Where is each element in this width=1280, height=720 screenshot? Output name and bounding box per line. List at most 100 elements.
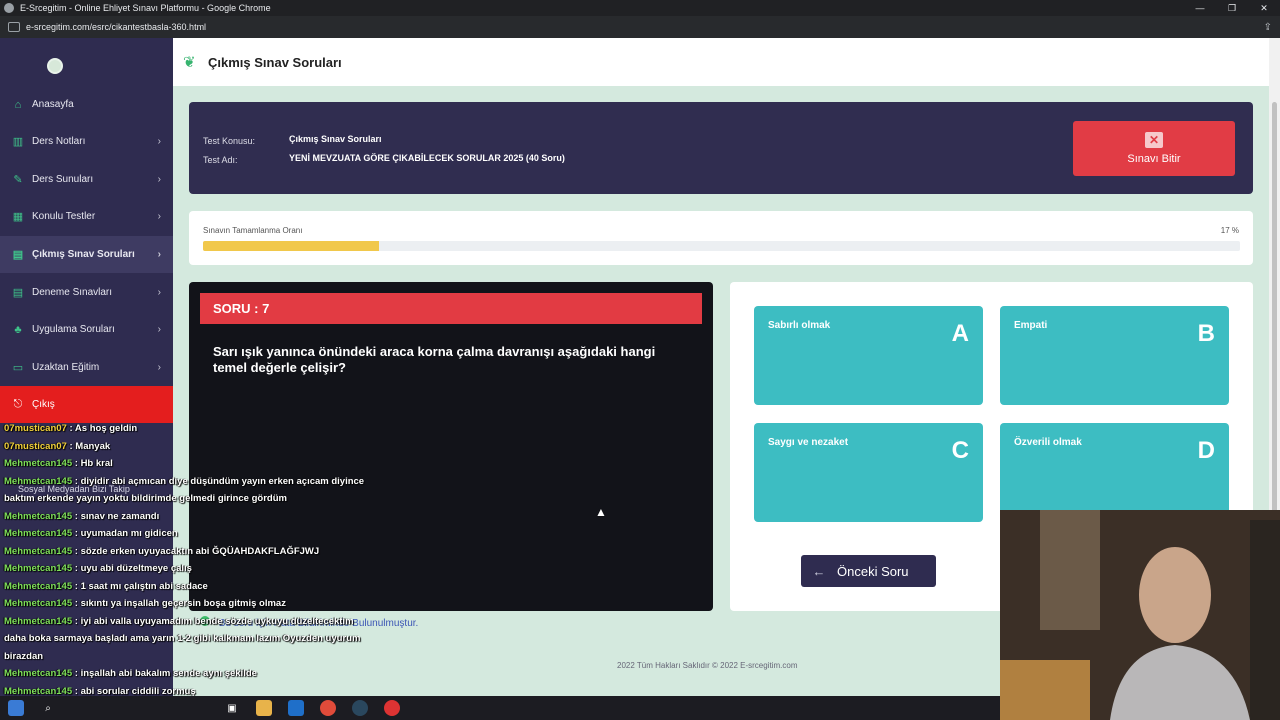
sidebar-item-label: Çıkmış Sınav Soruları (32, 249, 135, 260)
chevron-right-icon: › (157, 249, 161, 260)
test-topic-value: Çıkmış Sınav Soruları (289, 134, 382, 144)
chat-username: Mehmetcan145 (4, 563, 73, 574)
option-b-letter: B (1197, 320, 1215, 347)
question-text: Sarı ışık yanınca önündeki araca korna ç… (213, 344, 656, 375)
chat-message: 07mustican07 : As hoş geldin (4, 423, 137, 434)
address-bar[interactable]: e-srcegitim.com/esrc/cikantestbasla-360.… (0, 16, 1280, 38)
previous-question-button[interactable]: ← Önceki Soru (801, 555, 936, 587)
chat-text: : sıkıntı ya inşallah geçersin boşa gitm… (72, 598, 286, 609)
exit-icon: ⎋ (13, 398, 23, 410)
chat-text: : iyi abi valla uyuyamadım bende sözde u… (72, 615, 354, 627)
chrome-icon[interactable] (320, 700, 336, 716)
start-icon[interactable] (8, 700, 24, 716)
sidebar-item-deneme-sınavları[interactable]: ▤ Deneme Sınavları › (0, 274, 173, 311)
mouse-cursor-icon: ▲ (595, 505, 607, 519)
sidebar-item-uygulama-soruları[interactable]: ♣ Uygulama Soruları › (0, 311, 173, 348)
sidebar-item-ders-notları[interactable]: ▥ Ders Notları › (0, 123, 173, 160)
chat-username: Mehmetcan145 (4, 580, 73, 592)
users-icon: ♣ (14, 323, 22, 336)
list-icon: ▤ (12, 287, 24, 299)
chat-text: birazdan (4, 650, 44, 662)
progress-bar-fill (203, 241, 380, 251)
windows-taskbar: ⌕ ▣ (0, 696, 1000, 720)
search-icon[interactable]: ⌕ (40, 700, 56, 716)
question-number: SORU : 7 (200, 293, 702, 324)
finish-exam-label: Sınavı Bitir (1127, 153, 1181, 165)
window-title: E-Srcegitim - Online Ehliyet Sınavı Plat… (20, 3, 271, 13)
presentation-icon: ✎ (13, 174, 23, 186)
chrome-app-icon (4, 3, 14, 13)
chevron-right-icon: › (157, 287, 161, 298)
close-box-icon: ✕ (1145, 132, 1163, 148)
sidebar-item-label: Deneme Sınavları (32, 287, 113, 298)
option-c-text: Saygı ve nezaket (768, 437, 849, 448)
sidebar-item-konulu-testler[interactable]: ▦ Konulu Testler › (0, 198, 173, 235)
chat-text: : uyu abi düzeltmeye çalış (72, 563, 192, 574)
chat-username: 07mustican07 (4, 440, 67, 452)
file-explorer-icon[interactable] (256, 700, 272, 716)
sidebar-item-ders-sunuları[interactable]: ✎ Ders Sunuları › (0, 161, 173, 198)
book-icon: ▥ (12, 136, 24, 148)
chat-username: Mehmetcan145 (4, 668, 73, 679)
url-text[interactable]: e-srcegitim.com/esrc/cikantestbasla-360.… (26, 22, 206, 32)
sidebar-item-uzaktan-eğitim[interactable]: ▭ Uzaktan Eğitim › (0, 349, 173, 386)
chat-text: : As hoş geldin (66, 423, 138, 434)
chat-message: baktım erkende yayın yoktu bildirimde ge… (4, 493, 287, 504)
task-view-icon[interactable]: ▣ (224, 700, 240, 716)
chat-username: Mehmetcan145 (4, 615, 73, 627)
option-c[interactable]: Saygı ve nezaket C (754, 423, 983, 522)
minimize-button[interactable]: — (1184, 0, 1216, 16)
chevron-right-icon: › (157, 136, 161, 147)
option-c-letter: C (951, 437, 969, 464)
sidebar-item-çıkmış-sınav-soruları[interactable]: ▤ Çıkmış Sınav Soruları › (0, 236, 173, 273)
test-info-card: Test Konusu: Çıkmış Sınav Soruları Test … (189, 102, 1253, 194)
monitor-icon: ▭ (12, 362, 24, 374)
restore-button[interactable]: ❐ (1216, 0, 1248, 16)
webcam-person-image (1000, 510, 1280, 720)
chat-text: : sözde erken uyuyacaktın abi ĞQÜAHDAKFL… (72, 545, 320, 557)
close-button[interactable]: ✕ (1248, 0, 1280, 16)
building-icon: ▦ (12, 211, 24, 223)
browser-window: E-Srcegitim - Online Ehliyet Sınavı Plat… (0, 0, 1280, 720)
chat-text: baktım erkende yayın yoktu bildirimde ge… (4, 493, 287, 504)
sidebar-item-çıkış[interactable]: ⎋ Çıkış (0, 386, 173, 423)
webcam-overlay (1000, 510, 1280, 720)
sidebar-item-label: Anasayfa (32, 99, 74, 110)
finish-exam-button[interactable]: ✕ Sınavı Bitir (1073, 121, 1235, 176)
chat-text: : 1 saat mı çalıştın abi sadace (72, 580, 208, 592)
option-a-letter: A (951, 320, 969, 347)
chat-text: : Hb kral (72, 458, 113, 469)
chat-text: : uyumadan mı gidicen (72, 528, 178, 539)
progress-card: Sınavın Tamamlanma Oranı 17 % (189, 211, 1253, 265)
chat-username: Mehmetcan145 (4, 545, 73, 557)
site-logo[interactable] (47, 58, 63, 74)
chat-text: : abi sorular ciddili zormuş (72, 685, 196, 697)
chevron-right-icon: › (157, 174, 161, 185)
chat-text: daha boka sarmaya başladı ama yarın 1-2 … (4, 633, 361, 644)
option-a-text: Sabırlı olmak (768, 320, 831, 331)
option-b-text: Empati (1014, 320, 1048, 331)
test-topic-label: Test Konusu: (203, 136, 256, 146)
option-b[interactable]: Empati B (1000, 306, 1229, 405)
obs-icon[interactable] (384, 700, 400, 716)
chat-message: Mehmetcan145 : sözde erken uyuyacaktın a… (4, 546, 319, 557)
home-icon: ⌂ (14, 98, 22, 111)
outlook-icon[interactable] (288, 700, 304, 716)
chat-username: Mehmetcan145 (4, 598, 73, 609)
site-settings-icon[interactable] (8, 22, 20, 32)
chat-message: Mehmetcan145 : diyidir abi açmıcan diye … (4, 476, 364, 487)
steam-icon[interactable] (352, 700, 368, 716)
chat-username: Mehmetcan145 (4, 475, 73, 487)
option-d[interactable]: Özverili olmak D (1000, 423, 1229, 522)
chevron-right-icon: › (157, 324, 161, 335)
footer-copyright: 2022 Tüm Hakları Saklıdır © 2022 E-srceg… (617, 661, 798, 670)
share-icon[interactable]: ⇪ (1264, 22, 1272, 33)
chat-username: Mehmetcan145 (4, 458, 73, 469)
chat-message: Mehmetcan145 : Hb kral (4, 458, 113, 469)
chat-message: 07mustican07 : Manyak (4, 441, 110, 452)
sidebar-item-anasayfa[interactable]: ⌂ Anasayfa (0, 86, 173, 123)
chat-username: Mehmetcan145 (4, 528, 73, 539)
chat-username: Mehmetcan145 (4, 685, 73, 697)
option-a[interactable]: Sabırlı olmak A (754, 306, 983, 405)
progress-percent: 17 % (1220, 226, 1239, 235)
